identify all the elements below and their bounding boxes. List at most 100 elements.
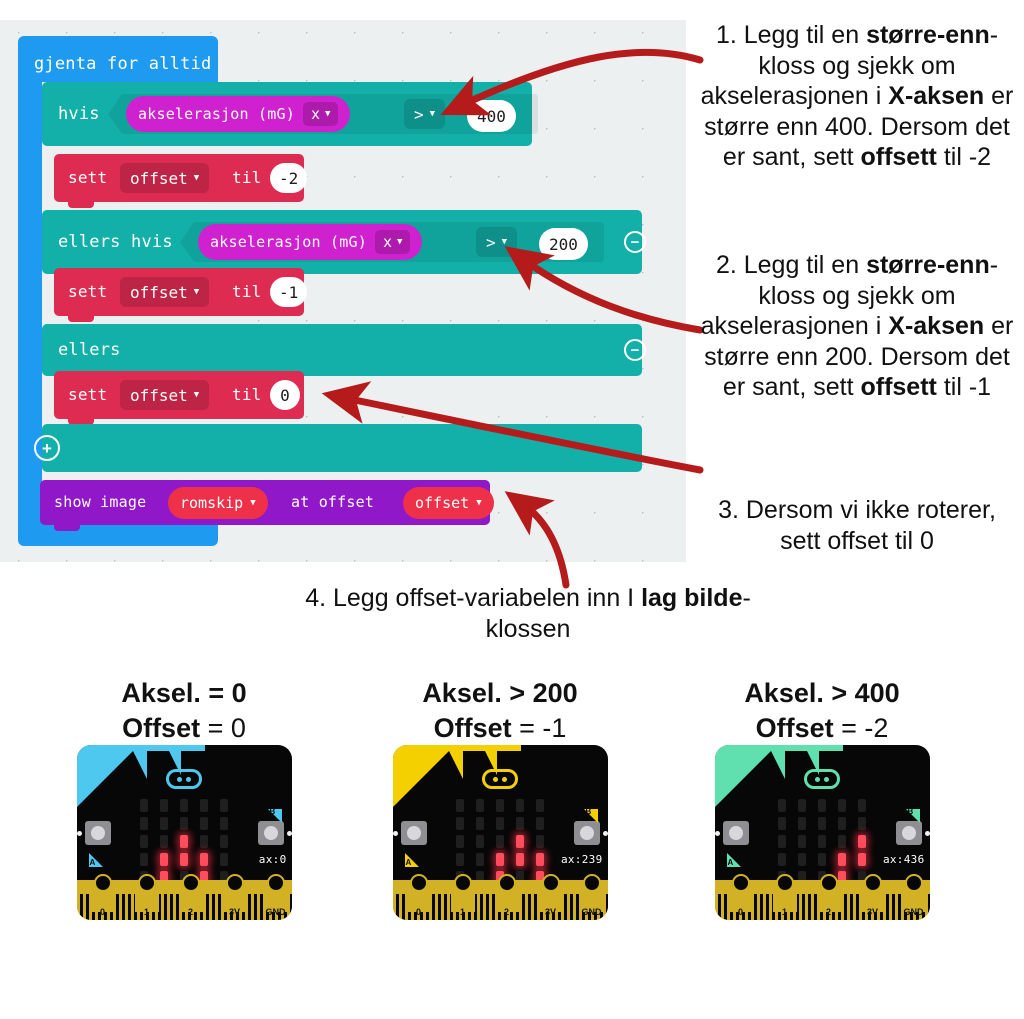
example-offset-label-0: Offset [122,712,201,743]
microbit-pin-label-0-0: 0 [99,907,105,918]
example-title-2: Aksel. > 400 [744,678,900,708]
microbit-board-2: A Bax:436 0 1 2 3V GND [714,745,930,921]
microbit-a-marker-2: A [725,851,741,868]
add-branch-button[interactable]: + [34,435,60,461]
led-r1-c5 [220,799,228,813]
set-label-1: sett [68,168,108,187]
comparison-operator-dropdown-2[interactable]: > ▼ [476,227,518,257]
acceleration-label-1: akselerasjon (mG) [138,105,295,123]
remove-else-button[interactable]: − [624,339,646,361]
led-r4-c4 [200,853,208,867]
led-r4-c3 [180,853,188,867]
microbit-a-marker-1: A [403,851,419,868]
chevron-down-icon: ▼ [250,497,256,508]
led-r3-c4 [516,835,524,849]
offset-variable-chip[interactable]: offset ▼ [403,487,494,519]
led-r4-c3 [496,853,504,867]
instruction-note-3: 3. Dersom vi ikke roterer, sett offset t… [698,495,1016,556]
led-r1-c1 [778,799,786,813]
acceleration-axis-dropdown-2[interactable]: x ▼ [374,230,411,254]
led-r2-c4 [516,817,524,831]
microbit-led-matrix-1 [456,799,544,885]
instruction-note-4: 4. Legg offset-variabelen inn I lag bild… [288,583,768,644]
led-r4-c4 [838,853,846,867]
value-input-3[interactable]: 0 [270,380,300,410]
value-input-1[interactable]: -2 [270,163,308,193]
acceleration-axis-value-1: x [310,105,320,123]
microbit-edge-nub-r-1 [602,831,608,837]
led-r2-c2 [798,817,806,831]
note-1-segment-6: til -2 [936,143,992,171]
microbit-pin-label-gnd-0: GND [265,907,286,918]
microbit-pin-label-2-1: 2 [503,907,509,918]
led-r3-c3 [818,835,826,849]
led-r4-c1 [140,853,148,867]
remove-elseif-button[interactable]: − [624,231,646,253]
reporter-acceleration-2[interactable]: akselerasjon (mG) x ▼ [198,224,423,260]
image-name-value: romskip [180,494,244,512]
reporter-acceleration-1[interactable]: akselerasjon (mG) x ▼ [126,96,351,132]
microbit-edge-nub-l-2 [714,831,720,837]
comparison-operator-dropdown-1[interactable]: > ▼ [404,99,446,129]
set-label-3: sett [68,385,108,404]
led-r3-c1 [140,835,148,849]
variable-name-3: offset [130,385,188,405]
microbit-logo-icon-1 [482,769,518,790]
chevron-down-icon: ▼ [193,389,200,400]
image-name-dropdown[interactable]: romskip ▼ [168,487,268,519]
microbit-button-a-2 [722,821,749,846]
led-r3-c2 [798,835,806,849]
microbit-pin-label-1-2: 1 [781,907,787,918]
acceleration-axis-dropdown-1[interactable]: x ▼ [302,102,339,126]
microbit-edge-nub-l-0 [76,831,82,837]
led-r1-c4 [516,799,524,813]
variable-dropdown-1[interactable]: offset ▼ [120,163,210,193]
to-label-2: til [232,282,262,301]
number-input-400[interactable]: 400 [467,100,516,132]
comparison-operator-value-2: > [486,232,496,252]
block-show-image[interactable]: show image romskip ▼ at offset offset ▼ [40,480,494,531]
block-editor-canvas[interactable]: gjenta for alltid hvis akselerasjon (mG)… [0,20,686,562]
microbit-logo-icon-2 [804,769,840,790]
led-r3-c2 [476,835,484,849]
value-input-2[interactable]: -1 [270,277,308,307]
led-r2-c3 [496,817,504,831]
at-offset-label: at offset [291,493,375,511]
microbit-pin-label-3v-0: 3V [228,907,240,918]
microbit-pin-label-1-1: 1 [459,907,465,918]
note-4-segment-1: lag bilde [641,584,743,612]
microbit-pin-label-2-0: 2 [187,907,193,918]
led-r4-c3 [818,853,826,867]
acceleration-label-2: akselerasjon (mG) [210,233,367,251]
led-r4-c2 [798,853,806,867]
microbit-edge-nub-l-1 [392,831,398,837]
note-1-segment-3: X-aksen [888,82,985,110]
led-r3-c3 [180,835,188,849]
block-set-offset-1[interactable]: sett offset ▼ til -2 [54,154,308,208]
microbit-board-0: A Bax:0 0 1 2 3V GND [76,745,292,921]
note-2-segment-3: X-aksen [888,312,985,340]
variable-name-2: offset [130,282,188,302]
led-r4-c4 [516,853,524,867]
block-set-offset-3[interactable]: sett offset ▼ til 0 [54,371,304,425]
led-r1-c3 [180,799,188,813]
led-r1-c5 [858,799,866,813]
note-2-segment-5: offsett [860,373,937,401]
note-1-segment-5: offsett [860,143,937,171]
variable-dropdown-2[interactable]: offset ▼ [120,277,210,307]
led-r4-c5 [536,853,544,867]
chevron-down-icon: ▼ [429,108,436,119]
chevron-down-icon: ▼ [324,108,331,119]
block-set-offset-2[interactable]: sett offset ▼ til -1 [54,268,308,322]
note-2-segment-1: større-enn [866,251,990,279]
chevron-down-icon: ▼ [193,172,200,183]
block-if-label: hvis [58,104,100,124]
instruction-note-2: 2. Legg til en større-enn-kloss og sjekk… [698,250,1016,403]
show-image-label: show image [54,493,147,511]
led-r1-c2 [476,799,484,813]
block-else-row[interactable]: ellers [42,324,642,376]
block-if-footer[interactable] [42,424,642,472]
number-input-200[interactable]: 200 [539,228,588,260]
led-r4-c1 [456,853,464,867]
variable-dropdown-3[interactable]: offset ▼ [120,380,210,410]
